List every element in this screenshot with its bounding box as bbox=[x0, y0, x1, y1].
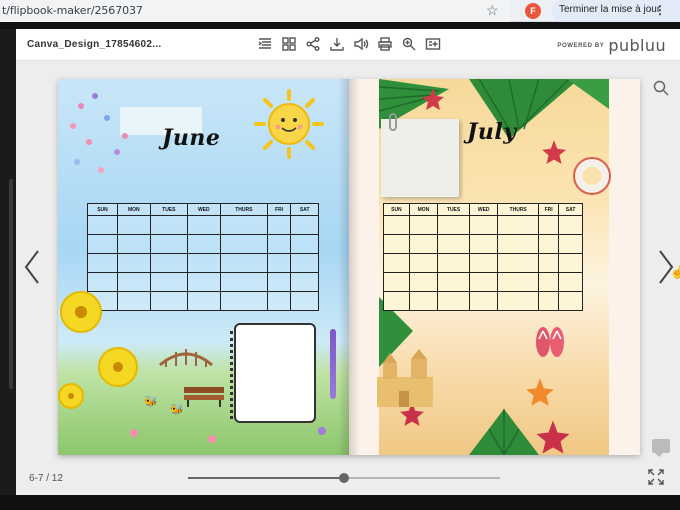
page-july[interactable]: July SUN MON TUES WED THURS FRI SAT bbox=[349, 79, 640, 455]
flip-flops-icon bbox=[536, 327, 564, 357]
publuu-branding[interactable]: POWERED BY publuu bbox=[557, 36, 666, 55]
search-icon[interactable] bbox=[652, 79, 670, 97]
day-header: SUN bbox=[87, 203, 118, 216]
address-bar[interactable]: t/flipbook-maker/2567037 bbox=[0, 0, 510, 22]
publuu-logo: publuu bbox=[608, 36, 666, 55]
bookmark-star-icon[interactable]: ☆ bbox=[486, 2, 499, 19]
day-header: TUES bbox=[437, 203, 471, 216]
day-header: WED bbox=[186, 203, 221, 216]
page-slider[interactable] bbox=[188, 473, 500, 483]
starfish-icon bbox=[422, 88, 444, 110]
more-menu-icon[interactable]: ⋮ bbox=[654, 3, 666, 17]
mouse-cursor-icon: ☝ bbox=[670, 265, 680, 279]
yellow-flower bbox=[58, 383, 84, 409]
petal-decoration bbox=[98, 167, 104, 173]
zoom-icon[interactable] bbox=[400, 35, 418, 53]
table-of-contents-icon[interactable] bbox=[256, 35, 274, 53]
comment-icon[interactable] bbox=[652, 439, 670, 457]
palm-leaf bbox=[567, 79, 609, 109]
calendar-grid-june: SUN MON TUES WED THURS FRI SAT bbox=[87, 203, 319, 311]
book-gutter bbox=[338, 79, 360, 455]
fullscreen-icon[interactable] bbox=[648, 469, 664, 485]
petal-decoration bbox=[74, 159, 80, 165]
url-text[interactable]: t/flipbook-maker/2567037 bbox=[2, 4, 143, 17]
bee-icon: 🐝 bbox=[144, 396, 158, 408]
petal-decoration bbox=[114, 149, 120, 155]
starfish-icon bbox=[542, 140, 566, 164]
petal-decoration bbox=[78, 103, 84, 109]
document-title: Canva_Design_17854602... bbox=[27, 39, 162, 50]
petal-decoration bbox=[104, 115, 110, 121]
day-header: MON bbox=[408, 203, 439, 216]
starfish-icon bbox=[526, 378, 554, 406]
bench-illustration bbox=[184, 387, 224, 407]
flipbook-viewer: Canva_Design_17854602... POWERED BY publ… bbox=[16, 29, 680, 495]
page-slider-fill bbox=[188, 477, 344, 479]
petal-decoration bbox=[130, 429, 138, 437]
life-ring-icon bbox=[573, 157, 611, 195]
day-header: TUES bbox=[149, 203, 188, 216]
petal-decoration bbox=[70, 123, 76, 129]
print-icon[interactable] bbox=[376, 35, 394, 53]
day-header: MON bbox=[116, 203, 151, 216]
update-browser-button[interactable]: Terminer la mise à jour ⋮ bbox=[552, 0, 680, 22]
page-june[interactable]: June SUN MON TUES WED THURS FRI SAT 🐝 🐝 bbox=[58, 79, 349, 455]
day-header: SUN bbox=[383, 203, 410, 216]
day-header: SAT bbox=[558, 203, 583, 216]
day-header: FRI bbox=[537, 203, 560, 216]
day-header: WED bbox=[469, 203, 499, 216]
viewer-header: Canva_Design_17854602... POWERED BY publ… bbox=[16, 29, 680, 61]
calendar-grid-july: SUN MON TUES WED THURS FRI SAT bbox=[383, 203, 583, 311]
yellow-flower bbox=[60, 291, 102, 333]
month-title-july: July bbox=[467, 119, 517, 145]
petal-decoration bbox=[318, 427, 326, 435]
flipbook-spread[interactable]: June SUN MON TUES WED THURS FRI SAT 🐝 🐝 … bbox=[58, 79, 640, 455]
browser-toolbar: t/flipbook-maker/2567037 ☆ F Terminer la… bbox=[0, 0, 680, 22]
sun-illustration bbox=[254, 89, 324, 159]
powered-by-label: POWERED BY bbox=[557, 42, 605, 49]
sound-icon[interactable] bbox=[352, 35, 370, 53]
share-icon[interactable] bbox=[304, 35, 322, 53]
yellow-flower bbox=[98, 347, 138, 387]
page-indicator: 6-7 / 12 bbox=[29, 473, 63, 484]
day-header: SAT bbox=[290, 203, 319, 216]
paperclip-icon bbox=[389, 113, 397, 131]
notebook-spiral bbox=[230, 331, 238, 419]
lavender-stem bbox=[330, 329, 336, 399]
month-title-june: June bbox=[162, 125, 221, 151]
scrollbar[interactable] bbox=[9, 179, 13, 389]
viewer-toolbar bbox=[256, 35, 442, 55]
previous-page-arrow[interactable] bbox=[22, 249, 42, 285]
petal-decoration bbox=[86, 139, 92, 145]
add-notes-icon[interactable] bbox=[424, 35, 442, 53]
petal-decoration bbox=[92, 93, 98, 99]
notebook-illustration bbox=[230, 323, 316, 423]
sandcastle-illustration bbox=[377, 349, 433, 407]
profile-avatar[interactable]: F bbox=[525, 3, 541, 19]
palm-leaf bbox=[469, 409, 539, 455]
grid-view-icon[interactable] bbox=[280, 35, 298, 53]
day-header: THURS bbox=[497, 203, 539, 216]
update-label: Terminer la mise à jour bbox=[559, 4, 661, 15]
day-header: FRI bbox=[266, 203, 292, 216]
download-icon[interactable] bbox=[328, 35, 346, 53]
bridge-illustration bbox=[159, 349, 213, 367]
day-header: THURS bbox=[219, 203, 268, 216]
petal-decoration bbox=[208, 435, 216, 443]
starfish-icon bbox=[536, 420, 570, 454]
page-slider-handle[interactable] bbox=[339, 473, 349, 483]
bee-icon: 🐝 bbox=[170, 404, 184, 416]
left-panel-strip bbox=[0, 29, 16, 495]
petal-decoration bbox=[122, 133, 128, 139]
